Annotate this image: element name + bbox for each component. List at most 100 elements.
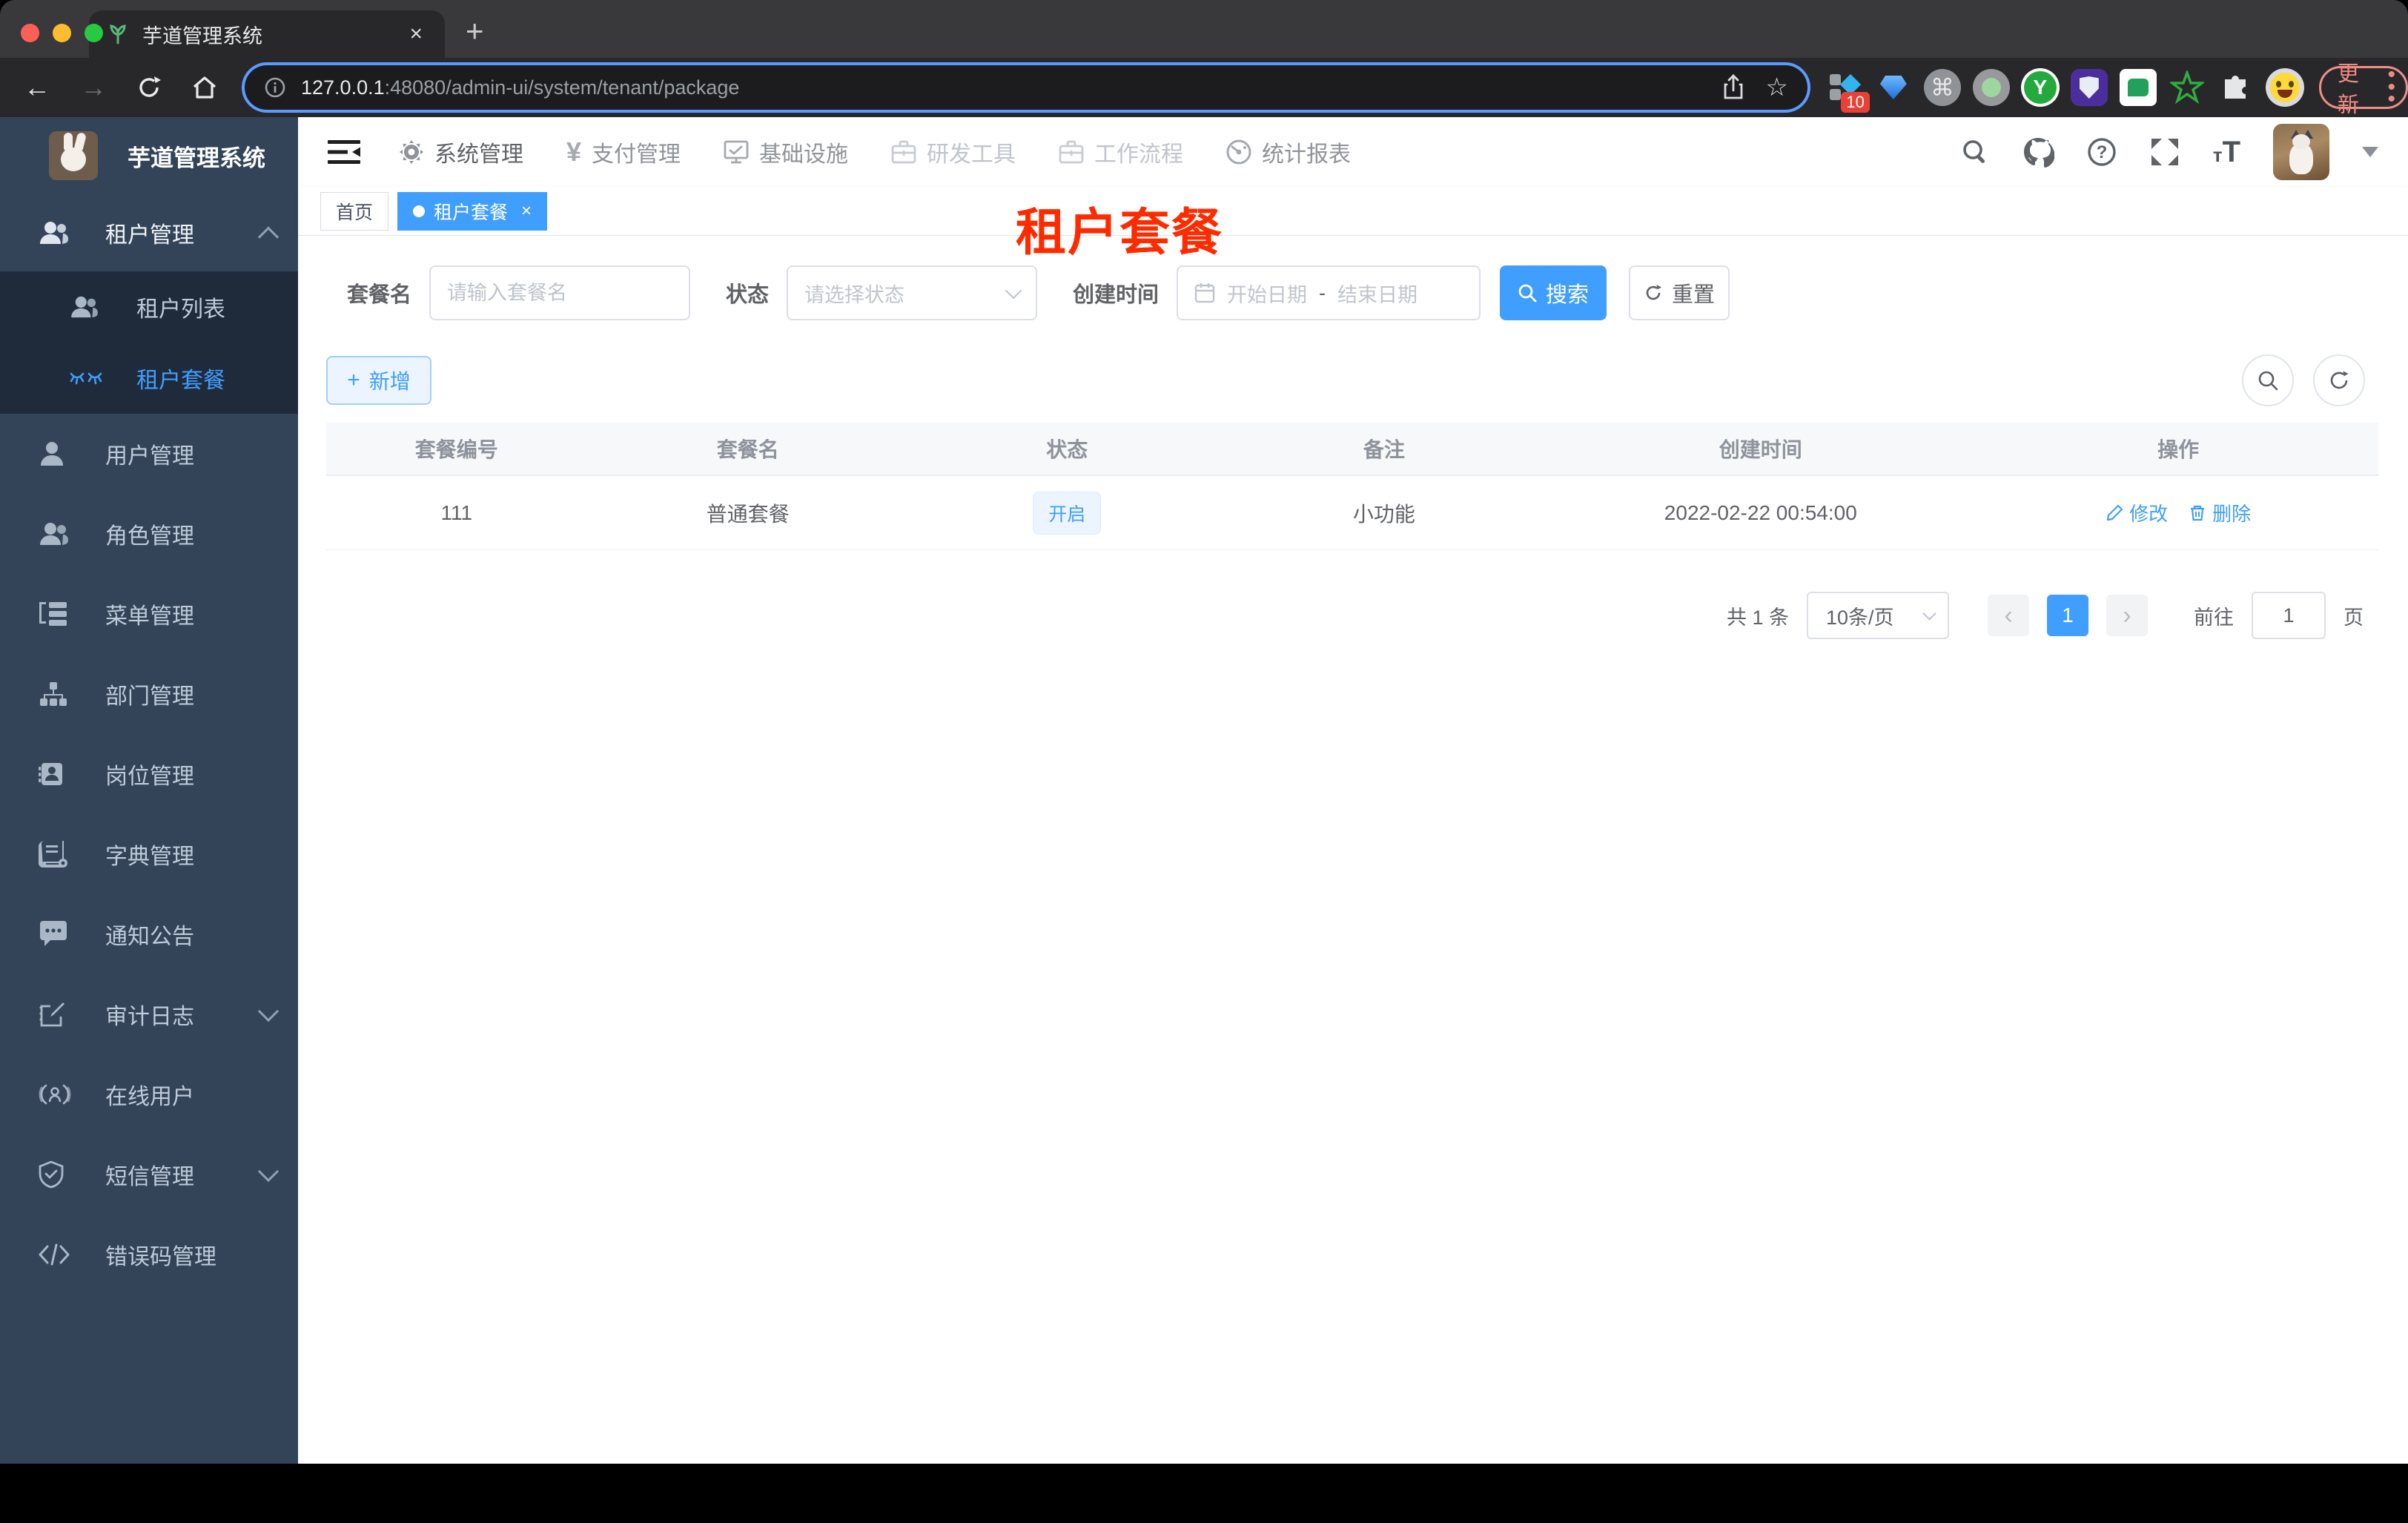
y-circle-icon[interactable]: Y <box>2020 68 2060 107</box>
help-icon[interactable]: ? <box>2087 137 2117 167</box>
sidebar-item-audit-log[interactable]: 审计日志 <box>0 974 298 1054</box>
column-header: 套餐编号 <box>414 438 498 461</box>
refresh-button[interactable] <box>2313 354 2365 406</box>
sidebar-item-sms-management[interactable]: 短信管理 <box>0 1134 298 1215</box>
share-icon[interactable] <box>1722 74 1744 101</box>
add-label: 新增 <box>368 370 411 393</box>
browser-update-button[interactable]: 更新 • • • <box>2318 62 2408 117</box>
sidebar-item-menu-management[interactable]: 菜单管理 <box>0 574 298 654</box>
sidebar-collapse-icon[interactable] <box>328 138 362 166</box>
avatar[interactable] <box>2273 124 2329 180</box>
gem-icon[interactable] <box>1874 68 1913 107</box>
new-tab-button[interactable]: + <box>466 13 484 49</box>
home-icon[interactable] <box>191 75 218 100</box>
sidebar-item-label: 用户管理 <box>105 444 194 469</box>
zoom-window-button[interactable] <box>85 24 103 42</box>
date-end-placeholder: 结束日期 <box>1337 283 1418 306</box>
dashboard-icon <box>1226 139 1251 165</box>
edit-link[interactable]: 修改 <box>2106 499 2168 526</box>
command-icon[interactable]: ⌘ <box>1923 68 1962 107</box>
trash-icon <box>2191 505 2205 521</box>
package-name-input[interactable] <box>447 281 673 305</box>
sidebar-item-tenant-list[interactable]: 租户列表 <box>0 271 298 343</box>
github-icon[interactable] <box>2022 136 2054 168</box>
nav-item-workflow[interactable]: 工作流程 <box>1059 136 1183 168</box>
goto-page-input[interactable] <box>2253 593 2324 638</box>
browser-menu-icon[interactable]: • • • <box>2387 64 2395 110</box>
status-select[interactable]: 请选择状态 <box>787 265 1038 320</box>
back-icon[interactable]: ← <box>24 72 50 103</box>
show-search-button[interactable] <box>2242 354 2294 406</box>
sidebar-item-notice[interactable]: 通知公告 <box>0 894 298 974</box>
data-table: 套餐编号 套餐名 状态 备注 创建时间 操作 111 普通套餐 开启 小功能 2… <box>326 423 2378 550</box>
org-chart-icon <box>39 681 73 707</box>
tag-tenant-package[interactable]: 租户套餐 × <box>397 191 548 231</box>
url-bar[interactable]: 127.0.0.1:48080/admin-ui/system/tenant/p… <box>245 65 1807 110</box>
nav-item-label: 基础设施 <box>759 142 849 167</box>
sidebar-item-online-users[interactable]: 在线用户 <box>0 1054 298 1134</box>
sidebar-item-post-management[interactable]: 岗位管理 <box>0 734 298 814</box>
record-circle-icon[interactable] <box>1972 68 2011 107</box>
bookmark-star-icon[interactable]: ☆ <box>1765 73 1787 102</box>
update-label: 更新 <box>2337 62 2359 117</box>
sidebar-item-label: 菜单管理 <box>105 604 194 629</box>
search-button[interactable]: 搜索 <box>1500 265 1607 320</box>
forward-icon[interactable]: → <box>80 72 107 103</box>
emoji-face-icon[interactable] <box>2265 68 2304 107</box>
tag-home[interactable]: 首页 <box>320 191 389 231</box>
browser-tab[interactable]: 芋道管理系统 × <box>89 10 445 58</box>
page-number-button[interactable]: 1 <box>2047 595 2088 636</box>
status-placeholder: 请选择状态 <box>804 283 905 306</box>
tags-bar: 首页 租户套餐 × <box>298 187 2408 236</box>
refresh-icon <box>1646 285 1662 300</box>
tab-close-icon[interactable]: × <box>405 22 427 47</box>
chat-green-icon[interactable] <box>2119 68 2157 107</box>
close-window-button[interactable] <box>21 24 39 42</box>
tag-close-icon[interactable]: × <box>521 201 532 222</box>
dictionary-icon <box>39 841 73 868</box>
add-button[interactable]: + 新增 <box>326 356 431 405</box>
edit-label: 修改 <box>2129 503 2169 525</box>
sidebar-item-tenant-management[interactable]: 租户管理 <box>0 194 298 271</box>
nav-item-infrastructure[interactable]: 基础设施 <box>724 136 848 168</box>
reset-button[interactable]: 重置 <box>1629 265 1730 320</box>
puzzle-icon[interactable] <box>2217 68 2255 107</box>
plus-icon: + <box>347 368 360 392</box>
sidebar-item-tenant-package[interactable]: 租户套餐 <box>0 343 298 414</box>
search-icon[interactable] <box>1961 138 1989 166</box>
blocks-diamond-icon[interactable]: 10 <box>1825 68 1870 113</box>
date-separator: - <box>1319 281 1326 304</box>
font-size-icon[interactable]: тT <box>2213 136 2240 169</box>
site-info-icon[interactable] <box>264 76 286 99</box>
sidebar-item-department-management[interactable]: 部门管理 <box>0 654 298 734</box>
sidebar-item-error-code[interactable]: 错误码管理 <box>0 1215 298 1295</box>
nav-item-report[interactable]: 统计报表 <box>1226 136 1351 168</box>
package-name-input-wrap <box>429 265 691 320</box>
next-page-button[interactable]: › <box>2106 595 2148 636</box>
tag-label: 租户套餐 <box>434 202 509 223</box>
goto-prefix: 前往 <box>2194 606 2234 629</box>
sidebar-item-user-management[interactable]: 用户管理 <box>0 414 298 494</box>
delete-link[interactable]: 删除 <box>2189 499 2251 526</box>
user-icon <box>39 440 73 467</box>
prev-page-button[interactable]: ‹ <box>1988 595 2029 636</box>
app-logo <box>49 131 98 180</box>
sidebar-item-role-management[interactable]: 角色管理 <box>0 494 298 574</box>
nav-item-dev-tools[interactable]: 研发工具 <box>891 136 1016 168</box>
sidebar-item-label: 租户管理 <box>105 223 194 248</box>
nav-item-payment[interactable]: ¥ 支付管理 <box>566 136 681 168</box>
sidebar-item-label: 角色管理 <box>105 524 194 549</box>
date-range-picker[interactable]: 开始日期 - 结束日期 <box>1177 265 1481 320</box>
minimize-window-button[interactable] <box>53 24 71 42</box>
sidebar-item-dict-management[interactable]: 字典管理 <box>0 814 298 894</box>
caret-down-icon[interactable] <box>2362 147 2378 157</box>
nav-item-system[interactable]: 系统管理 <box>399 136 523 168</box>
fullscreen-icon[interactable] <box>2149 136 2180 168</box>
chevron-down-icon <box>257 1000 280 1023</box>
star-green-icon[interactable] <box>2168 68 2206 107</box>
yen-icon: ¥ <box>566 136 582 167</box>
shield-purple-icon[interactable] <box>2070 68 2108 107</box>
reload-icon[interactable] <box>136 75 162 100</box>
page-size-select[interactable]: 10条/页 <box>1807 592 1949 639</box>
url-text[interactable]: 127.0.0.1:48080/admin-ui/system/tenant/p… <box>301 76 1722 99</box>
